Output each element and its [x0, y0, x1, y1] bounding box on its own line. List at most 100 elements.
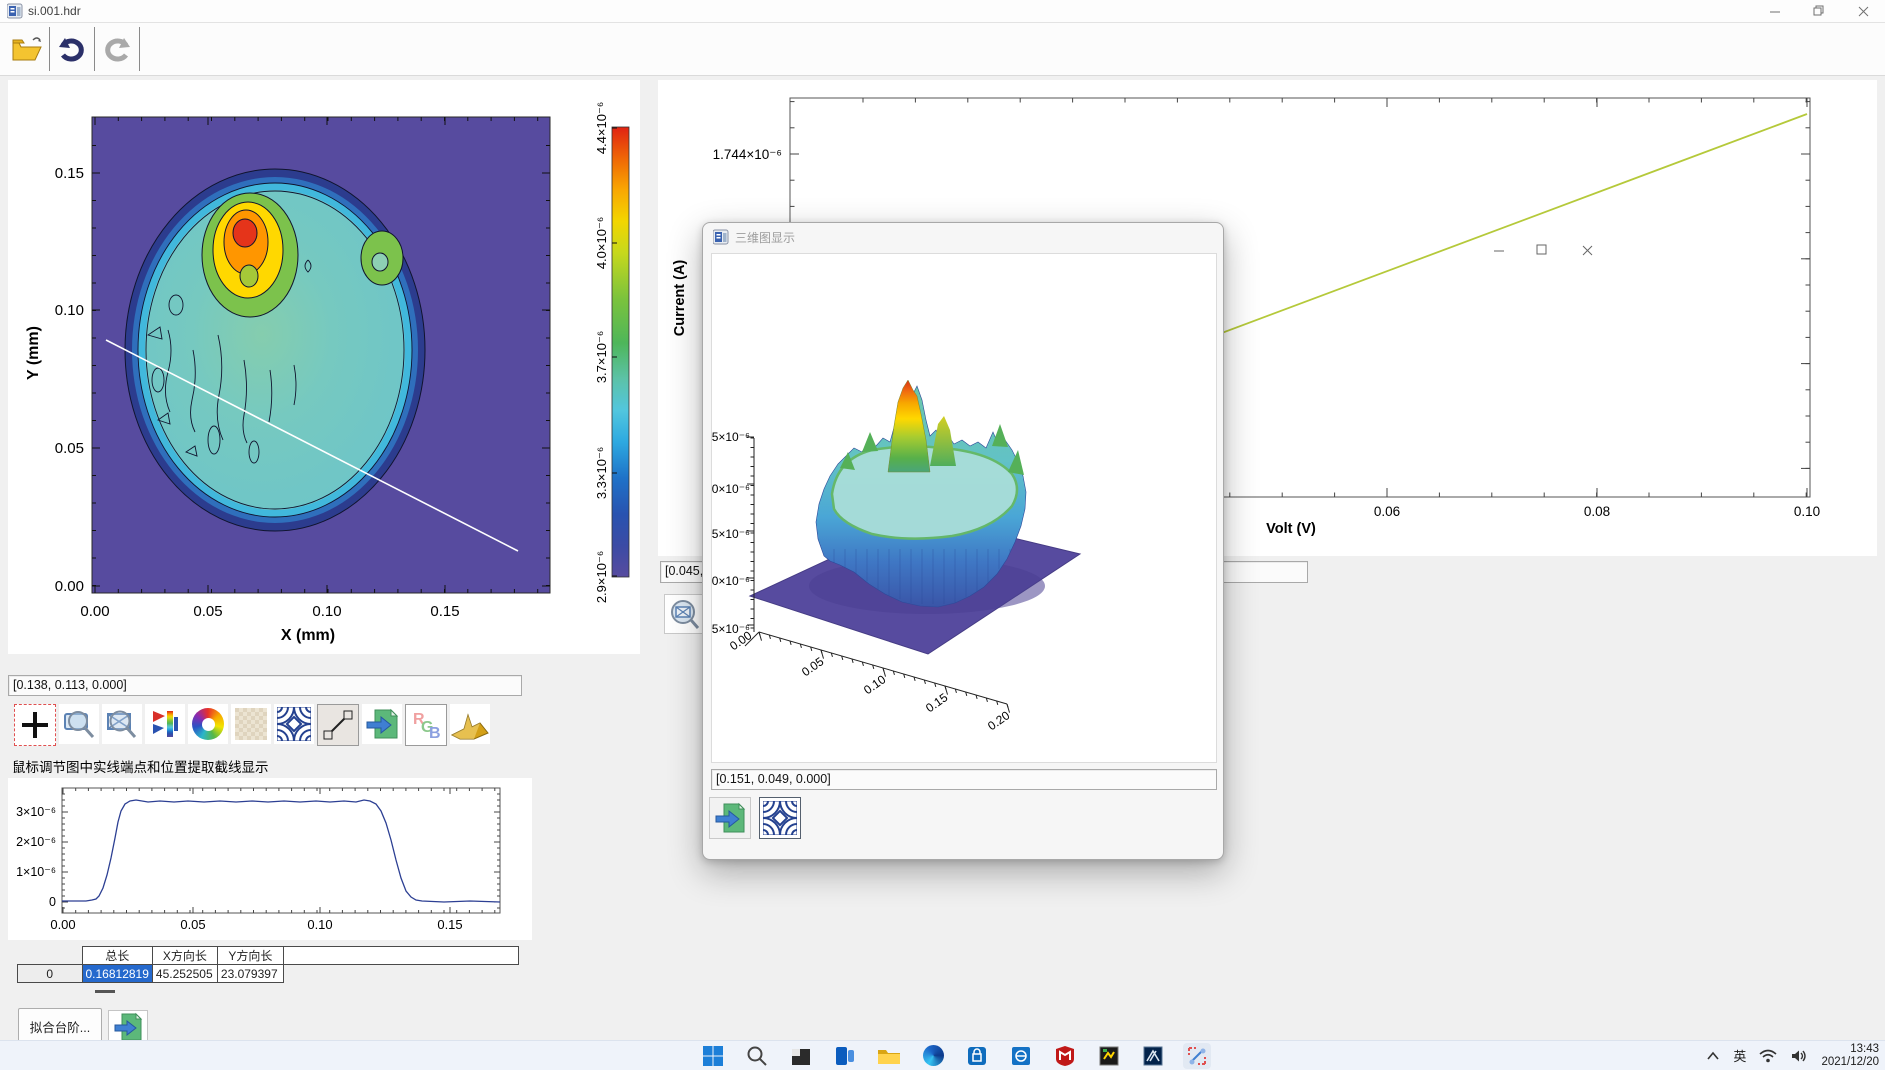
iv-xtick: 0.08	[1584, 504, 1610, 519]
color-scale-tool[interactable]	[145, 704, 185, 744]
zoom-reset-icon	[104, 706, 140, 742]
app-titlebar: si.001.hdr	[0, 0, 1885, 23]
iv-xtick: 0.06	[1374, 504, 1400, 519]
texture-tool[interactable]	[231, 704, 271, 744]
open-file-button[interactable]	[6, 28, 48, 70]
profile-ytick: 0	[49, 895, 56, 909]
restore-button[interactable]	[1797, 0, 1841, 22]
surface-3d-plot[interactable]: .5×10⁻⁶ .0×10⁻⁶ .5×10⁻⁶ .0×10⁻⁶ .5×10⁻⁶ …	[712, 254, 1216, 762]
popup-maximize-button[interactable]	[1522, 237, 1562, 263]
texture-icon	[235, 708, 267, 740]
app-icon	[7, 3, 23, 19]
contour-ytick: 0.15	[55, 165, 84, 182]
export-data-icon	[113, 1012, 143, 1042]
zoom-region-tool[interactable]	[59, 704, 99, 744]
colorbar-label: 4.4×10⁻⁶	[594, 102, 609, 154]
main-toolbar	[0, 23, 1885, 76]
ni-app-button[interactable]	[1139, 1043, 1167, 1069]
wifi-icon[interactable]	[1759, 1049, 1777, 1063]
clock[interactable]: 13:43 2021/12/20	[1821, 1043, 1879, 1069]
col-header-total-length[interactable]: 总长	[82, 947, 152, 965]
popup-titlebar[interactable]: 三维图显示	[703, 223, 1223, 251]
profile-ytick: 2×10⁻⁶	[16, 835, 56, 849]
iv-zoom-reset-tool[interactable]	[664, 594, 704, 634]
labview-icon	[1098, 1045, 1120, 1067]
mcafee-button[interactable]	[1051, 1043, 1079, 1069]
volume-icon[interactable]	[1790, 1049, 1808, 1063]
popup-3d-canvas[interactable]: .5×10⁻⁶ .0×10⁻⁶ .5×10⁻⁶ .0×10⁻⁶ .5×10⁻⁶ …	[711, 253, 1217, 763]
fringe-pattern-icon	[763, 801, 797, 835]
file-explorer-button[interactable]	[875, 1043, 903, 1069]
export-data-tool[interactable]	[709, 797, 751, 839]
popup-3d-window: 三维图显示	[702, 222, 1224, 860]
contour-plot[interactable]: 0.15 0.10 0.05 0.00 0.00 0.05 0.10 0.15 …	[8, 80, 640, 654]
profile-ytick: 3×10⁻⁶	[16, 805, 56, 819]
minimize-button[interactable]	[1753, 0, 1797, 22]
profile-panel: 3×10⁻⁶ 2×10⁻⁶ 1×10⁻⁶ 0 0.00 0.05 0.10 0.…	[8, 778, 532, 940]
line-profile-tool[interactable]	[317, 704, 359, 746]
table-header-row: 总长 X方向长 Y方向长	[18, 947, 519, 965]
labview-button[interactable]	[1095, 1043, 1123, 1069]
contour-ytick: 0.00	[55, 578, 84, 595]
ime-indicator[interactable]: 英	[1733, 1046, 1746, 1065]
edge-button[interactable]	[919, 1043, 947, 1069]
popup-tools-row	[709, 797, 801, 839]
screenshot-tool-button-active[interactable]	[1183, 1043, 1211, 1069]
popup-title: 三维图显示	[735, 229, 795, 246]
popup-minimize-button[interactable]	[1479, 237, 1519, 263]
task-host-icon	[790, 1045, 812, 1067]
line-profile-icon	[322, 709, 354, 741]
col-header-x-length[interactable]: X方向长	[152, 947, 217, 965]
chevron-up-icon[interactable]	[1706, 1051, 1720, 1061]
iv-ytick-label: 1.744×10⁻⁶	[713, 147, 782, 162]
window-title: si.001.hdr	[28, 4, 81, 18]
profile-ytick: 1×10⁻⁶	[16, 865, 56, 879]
total-length-cell[interactable]: 0.16812819	[82, 965, 152, 983]
redo-button[interactable]	[96, 28, 138, 70]
store-button[interactable]	[963, 1043, 991, 1069]
y-length-cell[interactable]: 23.079397	[217, 965, 283, 983]
color-wheel-tool[interactable]	[188, 704, 228, 744]
surface-ztick: .0×10⁻⁶	[712, 574, 750, 588]
colorbar-label: 3.3×10⁻⁶	[594, 447, 609, 499]
redo-icon	[102, 35, 132, 63]
task-host-button[interactable]	[787, 1043, 815, 1069]
export-data-icon	[365, 707, 399, 741]
undo-button[interactable]	[51, 28, 93, 70]
popup-close-button[interactable]	[1567, 237, 1607, 263]
surface-3d-tool[interactable]	[450, 704, 490, 744]
col-header-y-length[interactable]: Y方向长	[217, 947, 283, 965]
table-resize-handle[interactable]	[95, 990, 115, 993]
fringe-pattern-tool[interactable]	[274, 704, 314, 744]
surface-x-ticks	[759, 632, 1010, 713]
crosshair-icon	[20, 710, 50, 740]
profile-plot[interactable]: 3×10⁻⁶ 2×10⁻⁶ 1×10⁻⁶ 0 0.00 0.05 0.10 0.…	[8, 778, 532, 940]
contour-panel: 0.15 0.10 0.05 0.00 0.00 0.05 0.10 0.15 …	[8, 80, 640, 654]
x-length-cell[interactable]: 45.252505	[152, 965, 217, 983]
open-folder-icon	[11, 35, 43, 63]
cursor-position-bar: [0.138, 0.113, 0.000]	[8, 675, 522, 696]
color-scale-icon	[149, 707, 181, 741]
widgets-button[interactable]	[831, 1043, 859, 1069]
popup-cursor-position-text: [0.151, 0.049, 0.000]	[712, 770, 1216, 788]
iv-xtick: 0.10	[1794, 504, 1820, 519]
zoom-reset-tool[interactable]	[102, 704, 142, 744]
close-button[interactable]	[1841, 0, 1885, 22]
export-table-button[interactable]	[108, 1010, 148, 1044]
search-button[interactable]	[743, 1043, 771, 1069]
contour-xlabel: X (mm)	[281, 627, 335, 644]
fringe-pattern-tool[interactable]	[759, 797, 801, 839]
system-tray: 英 13:43 2021/12/20	[1706, 1041, 1879, 1070]
start-button[interactable]	[699, 1043, 727, 1069]
profile-xtick: 0.00	[50, 917, 75, 932]
contour-ylabel: Y (mm)	[25, 326, 42, 380]
rgb-tool[interactable]: R G B	[405, 704, 447, 746]
crosshair-tool[interactable]	[14, 704, 56, 746]
cursor-position-text: [0.138, 0.113, 0.000]	[9, 676, 521, 694]
app-icon	[713, 229, 729, 245]
row-index-cell[interactable]: 0	[18, 965, 83, 983]
contour-ytick: 0.05	[55, 440, 84, 457]
remote-app-button[interactable]	[1007, 1043, 1035, 1069]
export-data-tool[interactable]	[362, 704, 402, 744]
surface-xtick: 0.05	[799, 654, 826, 679]
